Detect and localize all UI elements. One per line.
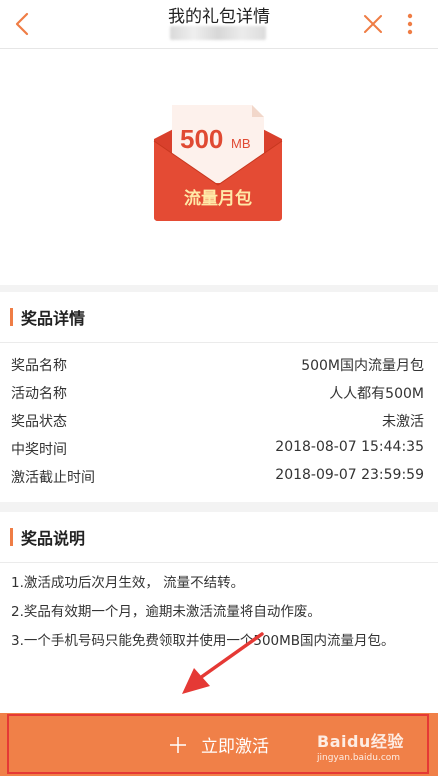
description-line: 1.激活成功后次月生效， 流量不结转。 — [11, 575, 245, 591]
detail-label: 奖品名称 — [11, 358, 67, 374]
detail-value: 2018-09-07 23:59:59 — [275, 467, 424, 483]
blurred-subtitle — [170, 26, 266, 40]
detail-row: 中奖时间 2018-08-07 15:44:35 — [0, 435, 438, 463]
detail-label: 激活截止时间 — [11, 470, 95, 486]
detail-value: 人人都有500M — [329, 386, 424, 402]
watermark-brand: Baidu经验 — [317, 732, 404, 751]
watermark-url: jingyan.baidu.com — [317, 753, 401, 763]
detail-value: 2018-08-07 15:44:35 — [275, 439, 424, 455]
detail-row: 奖品名称 500M国内流量月包 — [0, 351, 438, 379]
annotation-arrow-icon — [182, 632, 264, 694]
detail-value: 未激活 — [382, 414, 424, 430]
detail-label: 奖品状态 — [11, 414, 67, 430]
more-vertical-icon — [407, 13, 413, 35]
gift-envelope-icon: 500 MB 流量月包 — [153, 105, 283, 221]
activate-button-label: 立即激活 — [201, 737, 269, 757]
section-title: 奖品说明 — [21, 529, 86, 548]
gift-unit: MB — [231, 136, 251, 151]
more-menu-button[interactable] — [400, 11, 420, 37]
section-accent-bar — [10, 528, 13, 546]
gift-label: 流量月包 — [184, 188, 252, 209]
detail-value: 500M国内流量月包 — [301, 358, 424, 374]
close-icon — [364, 15, 382, 33]
prize-details-section: 奖品详情 奖品名称 500M国内流量月包 活动名称 人人都有500M 奖品状态 … — [0, 292, 438, 502]
detail-label: 活动名称 — [11, 386, 67, 402]
details-list: 奖品名称 500M国内流量月包 活动名称 人人都有500M 奖品状态 未激活 中… — [0, 343, 438, 491]
section-accent-bar — [10, 308, 13, 326]
gift-amount: 500 — [180, 124, 223, 154]
gift-banner: 500 MB 流量月包 — [0, 49, 438, 285]
close-button[interactable] — [360, 11, 386, 37]
detail-row: 奖品状态 未激活 — [0, 407, 438, 435]
detail-row: 活动名称 人人都有500M — [0, 379, 438, 407]
section-header: 奖品详情 — [0, 292, 438, 343]
top-nav-bar: 我的礼包详情 — [0, 0, 438, 49]
section-header: 奖品说明 — [0, 512, 438, 563]
description-line: 2.奖品有效期一个月，逾期未激活流量将自动作废。 — [11, 604, 321, 620]
section-title: 奖品详情 — [21, 309, 86, 328]
baidu-watermark: Baidu经验 jingyan.baidu.com — [317, 728, 427, 768]
detail-row: 激活截止时间 2018-09-07 23:59:59 — [0, 463, 438, 491]
plus-icon — [170, 736, 186, 753]
detail-label: 中奖时间 — [11, 442, 67, 458]
